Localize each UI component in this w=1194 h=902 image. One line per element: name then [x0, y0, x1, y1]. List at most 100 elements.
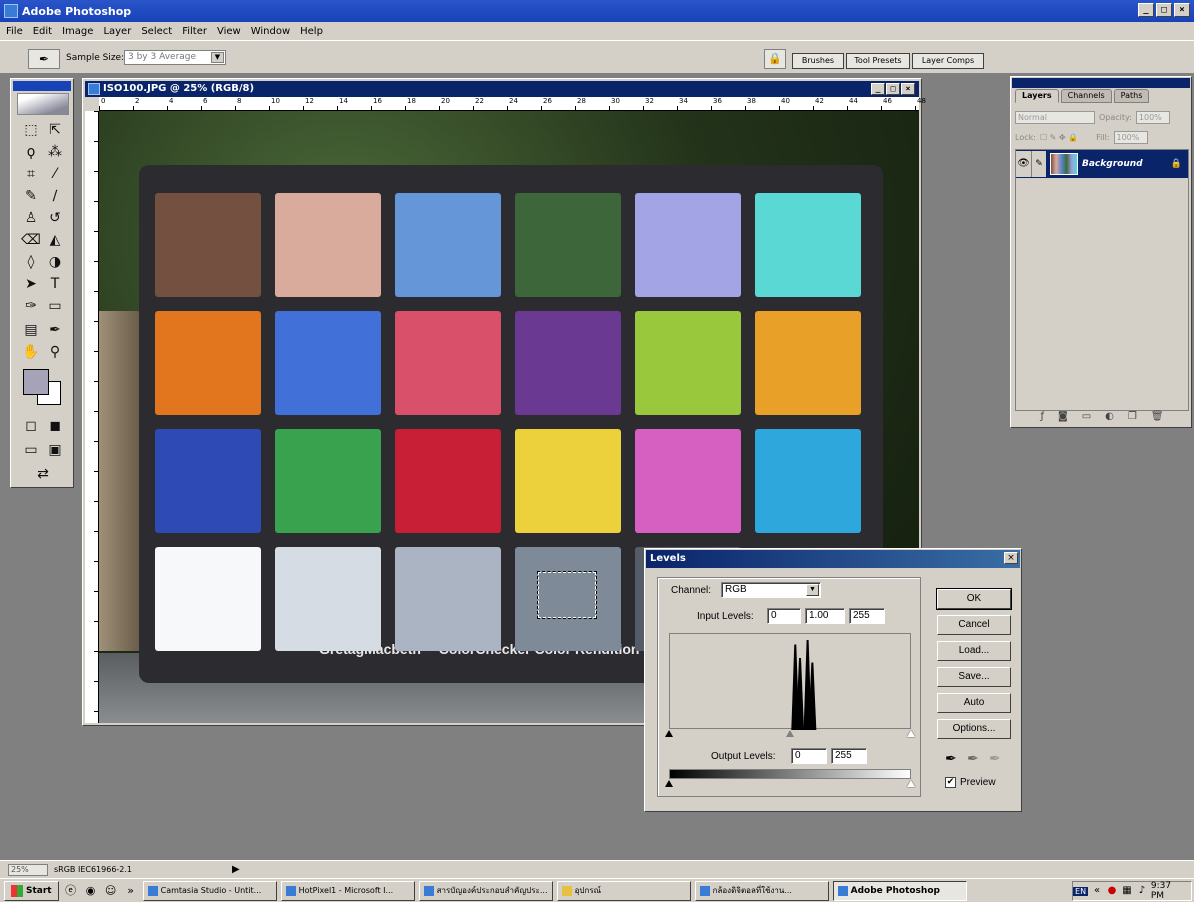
media-player-icon[interactable]: ◉ — [83, 883, 99, 899]
doc-close-button[interactable]: × — [901, 83, 915, 95]
magic-wand-tool-icon[interactable]: ⁂ — [43, 141, 67, 163]
input-black-field[interactable]: 0 — [767, 608, 801, 624]
output-white-field[interactable]: 255 — [831, 748, 867, 764]
menu-view[interactable]: View — [217, 26, 241, 37]
layer-style-icon[interactable]: ƒ — [1040, 411, 1044, 425]
adobe-feather-logo[interactable] — [17, 93, 69, 115]
tray-record-icon[interactable]: ● — [1106, 885, 1118, 897]
new-set-icon[interactable]: ▭ — [1082, 411, 1091, 425]
cancel-button[interactable]: Cancel — [937, 615, 1011, 635]
input-white-slider[interactable] — [907, 730, 915, 737]
layer-row-background[interactable]: 👁 ✎ Background 🔒 — [1016, 150, 1188, 178]
new-layer-icon[interactable]: ❐ — [1128, 411, 1137, 425]
menu-edit[interactable]: Edit — [33, 26, 52, 37]
black-eyedropper-icon[interactable]: ✒ — [945, 751, 957, 767]
load-button[interactable]: Load... — [937, 641, 1011, 661]
task-camtasia[interactable]: Camtasia Studio - Untit... — [142, 880, 277, 901]
task-hotpixel[interactable]: HotPixel1 - Microsoft I... — [280, 880, 415, 901]
dodge-tool-icon[interactable]: ◑ — [43, 251, 67, 273]
ie-icon[interactable]: ⓔ — [63, 883, 79, 899]
zoom-tool-icon[interactable]: ⚲ — [43, 341, 67, 363]
marquee-tool-icon[interactable]: ⬚ — [19, 119, 43, 141]
screen-mode-icon[interactable]: ▭ — [19, 439, 43, 461]
tray-network-icon[interactable]: ▦ — [1121, 885, 1133, 897]
opacity-field[interactable]: 100% — [1135, 111, 1170, 124]
well-tab-brushes[interactable]: Brushes — [792, 53, 844, 69]
palette-well-lock-icon[interactable]: 🔒 — [764, 49, 786, 69]
path-selection-icon[interactable]: ➤ — [19, 273, 43, 295]
fill-field[interactable]: 100% — [1113, 131, 1148, 144]
tab-channels[interactable]: Channels — [1060, 89, 1112, 103]
white-eyedropper-icon[interactable]: ✒ — [989, 751, 1001, 767]
lasso-tool-icon[interactable]: ϙ — [19, 141, 43, 163]
type-tool-icon[interactable]: T — [43, 273, 67, 295]
layer-mask-icon[interactable]: ◙ — [1058, 411, 1068, 425]
menu-image[interactable]: Image — [62, 26, 93, 37]
menu-layer[interactable]: Layer — [103, 26, 131, 37]
input-white-field[interactable]: 255 — [849, 608, 885, 624]
horizontal-ruler[interactable]: 0 2 4 6 8 10 12 14 16 18 20 22 24 26 28 30 32 34 36 38 40 42 4… — [99, 97, 926, 111]
levels-close-button[interactable]: × — [1004, 552, 1018, 564]
blur-tool-icon[interactable]: ◊ — [19, 251, 43, 273]
task-thai-camera[interactable]: กล้องดิจิตอลที่ใช้งาน... — [694, 880, 829, 901]
ok-button[interactable]: OK — [936, 588, 1012, 610]
notes-tool-icon[interactable]: ▤ — [19, 319, 43, 341]
adjustment-layer-icon[interactable]: ◐ — [1105, 411, 1114, 425]
sample-size-select[interactable]: 3 by 3 Average ▼ — [124, 50, 226, 65]
move-tool-icon[interactable]: ⇱ — [43, 119, 67, 141]
preview-checkbox[interactable]: ✔ — [945, 777, 956, 788]
pen-tool-icon[interactable]: ✑ — [19, 295, 43, 317]
more-quicklaunch-icon[interactable]: » — [123, 883, 139, 899]
menu-filter[interactable]: Filter — [182, 26, 207, 37]
channel-select[interactable]: RGB ▼ — [721, 582, 821, 598]
close-button[interactable]: × — [1174, 3, 1190, 17]
gray-eyedropper-icon[interactable]: ✒ — [967, 751, 979, 767]
brush-tool-icon[interactable]: ∕ — [43, 185, 67, 207]
output-black-slider[interactable] — [665, 780, 673, 787]
input-gamma-slider[interactable] — [786, 730, 794, 737]
layer-name[interactable]: Background — [1082, 159, 1143, 169]
save-button[interactable]: Save... — [937, 667, 1011, 687]
auto-button[interactable]: Auto — [937, 693, 1011, 713]
slice-tool-icon[interactable]: ⁄ — [43, 163, 67, 185]
language-indicator[interactable]: EN — [1073, 886, 1089, 896]
hand-tool-icon[interactable]: ✋ — [19, 341, 43, 363]
rectangle-tool-icon[interactable]: ▭ — [43, 295, 67, 317]
history-brush-icon[interactable]: ↺ — [43, 207, 67, 229]
vertical-ruler[interactable] — [85, 111, 99, 723]
options-button[interactable]: Options... — [937, 719, 1011, 739]
standard-mode-icon[interactable]: ◻ — [19, 415, 43, 437]
trash-icon[interactable]: 🗑 — [1151, 411, 1164, 425]
doc-minimize-button[interactable]: _ — [871, 83, 885, 95]
minimize-button[interactable]: _ — [1138, 3, 1154, 17]
task-thai-page[interactable]: สารบัญองค์ประกอบสำคัญประ... — [418, 880, 553, 901]
crop-tool-icon[interactable]: ⌗ — [19, 163, 43, 185]
preview-checkbox-row[interactable]: ✔ Preview — [945, 777, 996, 788]
start-button[interactable]: Start — [4, 880, 59, 901]
eyedropper-tool-icon[interactable]: ✒ — [43, 319, 67, 341]
eraser-tool-icon[interactable]: ⌫ — [19, 229, 43, 251]
menu-help[interactable]: Help — [300, 26, 323, 37]
foreground-color-swatch[interactable] — [23, 369, 49, 395]
maximize-button[interactable]: □ — [1156, 3, 1172, 17]
jump-to-imageready-icon[interactable]: ⇄ — [31, 463, 55, 485]
doc-maximize-button[interactable]: □ — [886, 83, 900, 95]
task-photoshop[interactable]: Adobe Photoshop — [832, 880, 967, 901]
tray-expand-icon[interactable]: « — [1091, 885, 1103, 897]
stamp-tool-icon[interactable]: ♙ — [19, 207, 43, 229]
zoom-field[interactable]: 25% — [8, 863, 48, 876]
play-arrow-icon[interactable]: ▶ — [232, 864, 240, 875]
menu-select[interactable]: Select — [141, 26, 172, 37]
input-gamma-field[interactable]: 1.00 — [805, 608, 845, 624]
messenger-icon[interactable]: ☺ — [103, 883, 119, 899]
healing-brush-icon[interactable]: ✎ — [19, 185, 43, 207]
well-tab-tool-presets[interactable]: Tool Presets — [846, 53, 910, 69]
tab-layers[interactable]: Layers — [1015, 89, 1059, 103]
menu-file[interactable]: File — [6, 26, 23, 37]
tray-volume-icon[interactable]: ♪ — [1136, 885, 1148, 897]
tool-preset-picker[interactable]: ✒ — [28, 49, 60, 69]
input-black-slider[interactable] — [665, 730, 673, 737]
paint-bucket-icon[interactable]: ◭ — [43, 229, 67, 251]
well-tab-layer-comps[interactable]: Layer Comps — [912, 53, 984, 69]
blend-mode-select[interactable]: Normal — [1015, 111, 1095, 124]
